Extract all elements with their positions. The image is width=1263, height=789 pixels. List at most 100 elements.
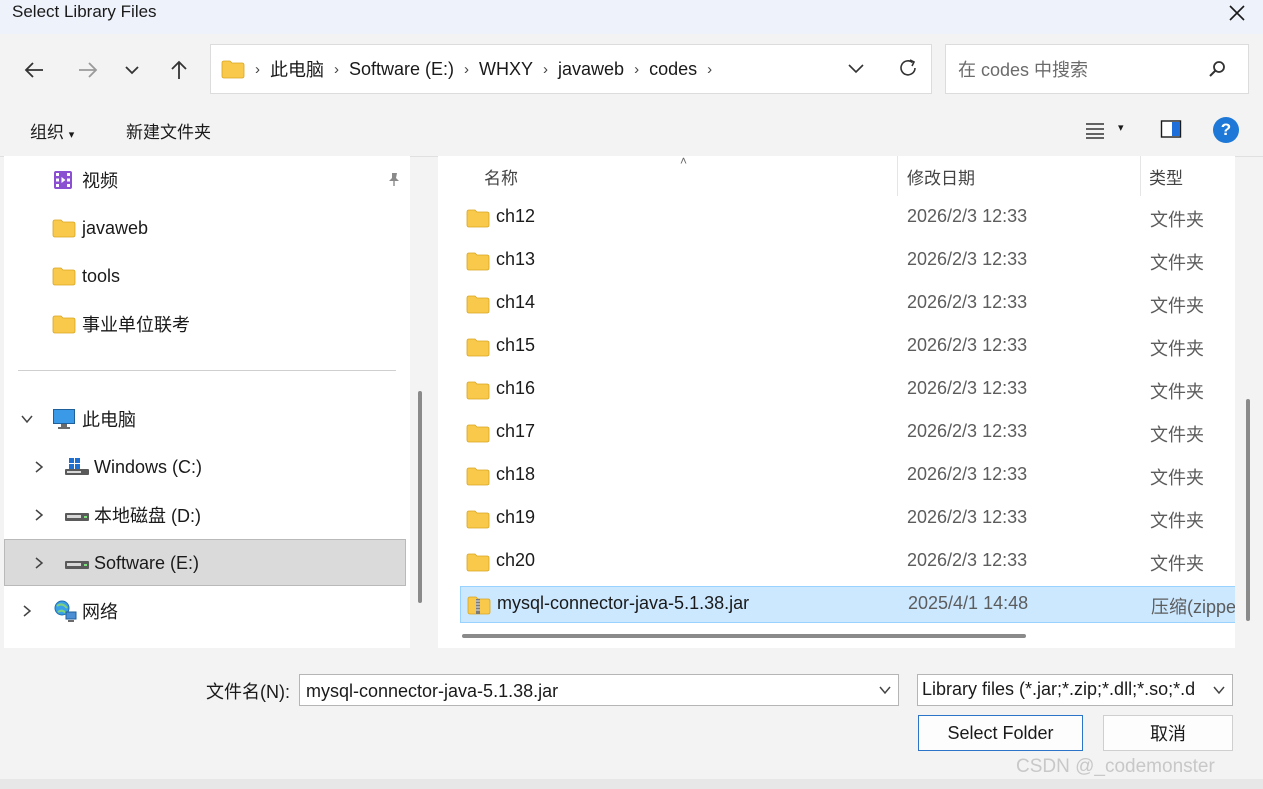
file-type: 文件夹 [1150, 468, 1204, 488]
breadcrumb-javaweb[interactable]: javaweb [552, 59, 630, 80]
folder-icon [52, 219, 76, 238]
sidebar-item-videos[interactable]: 视频 [52, 162, 118, 198]
back-button[interactable] [16, 52, 52, 88]
file-row[interactable]: ch13 2026/2/3 12:33 文件夹 [460, 243, 1235, 279]
chevron-right-icon[interactable]: › [539, 61, 552, 78]
file-row[interactable]: ch17 2026/2/3 12:33 文件夹 [460, 415, 1235, 451]
file-list-vertical-scrollbar[interactable] [1246, 399, 1250, 621]
sidebar-item-network[interactable]: 网络 [20, 593, 118, 629]
file-name: ch15 [496, 335, 536, 355]
sidebar-item-drive-d[interactable]: 本地磁盘 (D:) [32, 497, 201, 533]
organize-menu[interactable]: 组织 ▾ [30, 118, 74, 143]
drive-icon [65, 561, 89, 569]
file-modified: 2026/2/3 12:33 [907, 206, 1028, 226]
chevron-right-icon[interactable] [32, 556, 46, 570]
chevron-down-icon [848, 64, 864, 74]
folder-icon [466, 338, 490, 357]
file-modified: 2026/2/3 12:33 [907, 464, 1028, 484]
search-icon[interactable] [1208, 60, 1226, 83]
organize-label: 组织 [30, 123, 64, 142]
breadcrumb-codes[interactable]: codes [643, 59, 703, 80]
pin-icon[interactable] [386, 171, 402, 192]
forward-button[interactable] [70, 52, 106, 88]
column-header-name[interactable]: 名称 [484, 156, 518, 196]
address-history-dropdown[interactable] [847, 59, 865, 82]
file-name: ch14 [496, 292, 536, 312]
sidebar-item-this-pc[interactable]: 此电脑 [20, 401, 136, 437]
file-modified: 2026/2/3 12:33 [907, 421, 1028, 441]
sidebar-item-javaweb[interactable]: javaweb [52, 210, 148, 246]
file-type: 文件夹 [1150, 339, 1204, 359]
column-divider[interactable] [1140, 156, 1141, 196]
sidebar-item-tools[interactable]: tools [52, 258, 120, 294]
sidebar-item-exam[interactable]: 事业单位联考 [52, 306, 190, 342]
column-header-type[interactable]: 类型 [1149, 156, 1183, 196]
column-header-modified[interactable]: 修改日期 [907, 156, 975, 196]
file-row[interactable]: ch14 2026/2/3 12:33 文件夹 [460, 286, 1235, 322]
help-icon: ? [1220, 120, 1232, 139]
file-list-horizontal-scrollbar[interactable] [462, 634, 1026, 638]
sidebar-scrollbar[interactable] [418, 391, 422, 603]
video-folder-icon [54, 171, 72, 189]
chevron-right-icon[interactable]: › [330, 61, 343, 78]
chevron-down-icon[interactable] [20, 412, 34, 426]
address-bar[interactable]: › 此电脑 › Software (E:) › WHXY › javaweb ›… [210, 44, 932, 94]
recent-locations-button[interactable] [114, 52, 150, 88]
file-row-selected[interactable]: mysql-connector-java-5.1.38.jar 2025/4/1… [460, 586, 1235, 623]
filename-dropdown-button[interactable] [878, 683, 892, 702]
sidebar-item-drive-c[interactable]: Windows (C:) [32, 449, 202, 485]
search-box[interactable] [945, 44, 1249, 94]
search-input[interactable] [956, 57, 1200, 83]
new-folder-button[interactable]: 新建文件夹 [126, 118, 211, 143]
file-row[interactable]: ch20 2026/2/3 12:33 文件夹 [460, 544, 1235, 580]
preview-pane-button[interactable] [1160, 119, 1182, 144]
file-name: ch16 [496, 378, 536, 398]
file-modified: 2025/4/1 14:48 [908, 593, 1029, 613]
breadcrumb-whxy[interactable]: WHXY [473, 59, 539, 80]
up-button[interactable] [161, 52, 197, 88]
sidebar-item-label: 视频 [82, 171, 118, 191]
file-modified: 2026/2/3 12:33 [907, 507, 1028, 527]
file-name: ch12 [496, 206, 536, 226]
sidebar-item-drive-e[interactable]: Software (E:) [32, 545, 199, 581]
file-row[interactable]: ch18 2026/2/3 12:33 文件夹 [460, 458, 1235, 494]
preview-pane-icon [1160, 120, 1182, 138]
filter-dropdown-button[interactable] [1212, 683, 1226, 702]
column-divider[interactable] [897, 156, 898, 196]
chevron-right-icon[interactable] [32, 460, 46, 474]
sidebar-item-label: Software (E:) [94, 552, 200, 573]
select-folder-button[interactable]: Select Folder [918, 715, 1083, 751]
chevron-right-icon[interactable]: › [703, 61, 716, 78]
breadcrumb-this-pc[interactable]: 此电脑 [264, 56, 330, 82]
file-type-filter-select[interactable]: Library files (*.jar;*.zip;*.dll;*.so;*.… [917, 674, 1233, 706]
file-modified: 2026/2/3 12:33 [907, 292, 1028, 312]
file-row[interactable]: ch16 2026/2/3 12:33 文件夹 [460, 372, 1235, 408]
chevron-right-icon[interactable] [20, 604, 34, 618]
cancel-button[interactable]: 取消 [1103, 715, 1233, 751]
help-button[interactable]: ? [1213, 117, 1239, 143]
refresh-button[interactable] [897, 57, 919, 84]
arrow-left-icon [24, 62, 43, 78]
filename-combobox[interactable] [299, 674, 899, 706]
file-name: mysql-connector-java-5.1.38.jar [497, 593, 750, 613]
file-row[interactable]: ch19 2026/2/3 12:33 文件夹 [460, 501, 1235, 537]
watermark: CSDN @_codemonster [1016, 756, 1215, 777]
chevron-right-icon[interactable]: › [460, 61, 473, 78]
file-row[interactable]: ch12 2026/2/3 12:33 文件夹 [460, 200, 1235, 236]
folder-icon [52, 315, 76, 334]
file-row[interactable]: ch15 2026/2/3 12:33 文件夹 [460, 329, 1235, 365]
chevron-down-icon [1213, 686, 1225, 695]
breadcrumb-drive-e[interactable]: Software (E:) [343, 59, 460, 80]
chevron-right-icon[interactable]: › [630, 61, 643, 78]
sidebar-item-label: 此电脑 [82, 410, 136, 430]
sidebar-item-label: Windows (C:) [94, 456, 203, 477]
chevron-down-icon [879, 686, 891, 695]
file-type: 文件夹 [1150, 296, 1204, 316]
filename-input[interactable] [304, 678, 868, 704]
close-button[interactable] [1222, 0, 1252, 26]
chevron-right-icon[interactable] [32, 508, 46, 522]
view-options-button[interactable]: ▾ [1084, 120, 1124, 145]
folder-icon [52, 267, 76, 286]
filename-label: 文件名(N): [206, 682, 290, 702]
windows-drive-icon [65, 458, 89, 475]
